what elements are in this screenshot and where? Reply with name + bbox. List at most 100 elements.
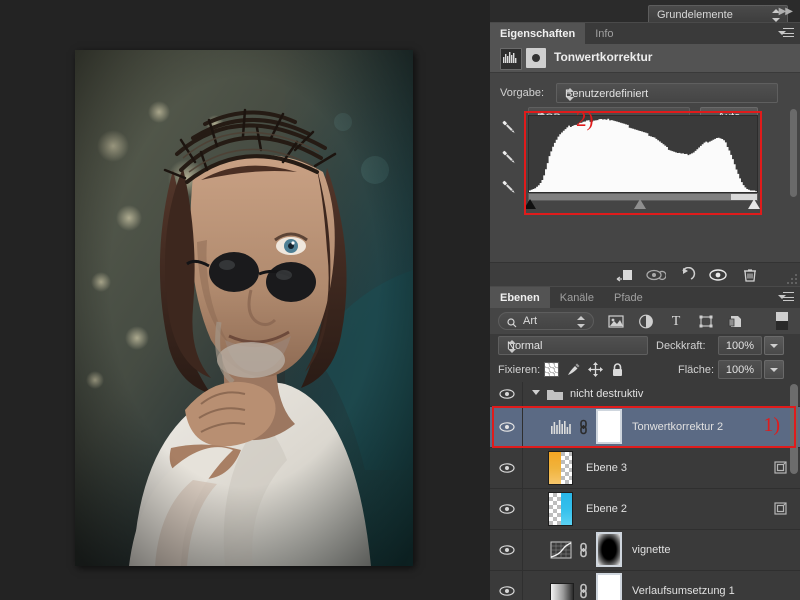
link-mask-icon[interactable] (578, 583, 589, 599)
clip-to-layer-icon[interactable] (616, 267, 634, 283)
lock-image-icon[interactable] (566, 362, 581, 377)
opacity-scrubber-button[interactable] (764, 336, 784, 355)
histogram[interactable] (528, 115, 758, 193)
tab-eigenschaften[interactable]: Eigenschaften (490, 23, 586, 45)
layer-mask-thumbnail[interactable] (596, 409, 622, 444)
delete-adjustment-icon[interactable] (742, 267, 760, 283)
visibility-toggle-icon[interactable] (498, 543, 516, 557)
layer-list-scrollbar-thumb[interactable] (790, 384, 798, 474)
visibility-toggle-icon[interactable] (498, 420, 516, 434)
tab-ebenen[interactable]: Ebenen (490, 287, 550, 309)
document-window[interactable] (75, 50, 413, 566)
smart-object-badge-icon[interactable] (773, 501, 788, 516)
group-expand-chevron-icon[interactable] (532, 390, 540, 395)
blend-mode-select[interactable]: Normal (498, 336, 648, 355)
eyedropper-group (496, 117, 522, 205)
fill-field[interactable]: 100% (718, 360, 762, 379)
layer-name[interactable]: Tonwertkorrektur 2 (632, 420, 723, 434)
layer-row-vignette[interactable]: vignette (490, 530, 800, 571)
layer-name[interactable]: Ebene 3 (586, 461, 627, 475)
smart-object-filter-icon[interactable] (728, 314, 744, 329)
opacity-field[interactable]: 100% (718, 336, 762, 355)
layer-name[interactable]: Ebene 2 (586, 502, 627, 516)
layer-mask-thumbnail[interactable] (596, 573, 622, 600)
white-point-eyedropper[interactable] (498, 177, 520, 199)
smart-object-badge-icon[interactable] (773, 460, 788, 475)
layer-name[interactable]: nicht destruktiv (570, 387, 643, 401)
visibility-toggle-icon[interactable] (498, 461, 516, 475)
layer-list[interactable]: nicht destruktiv Tonwertkorrektur 2 1) E… (490, 382, 800, 600)
levels-icon[interactable] (550, 418, 572, 436)
lock-transparency-icon[interactable] (544, 362, 559, 377)
visibility-toggle-icon[interactable] (498, 387, 516, 401)
blend-mode-row: Normal Deckkraft: 100% (490, 334, 800, 358)
layer-thumbnail[interactable] (548, 451, 573, 485)
layer-list-scrollbar[interactable] (790, 384, 798, 598)
layer-mask-thumbnail[interactable] (596, 532, 622, 567)
lock-all-icon[interactable] (610, 362, 625, 377)
chevron-updown-icon (507, 340, 516, 353)
curves-icon[interactable] (550, 541, 572, 559)
layer-row-ebene-3[interactable]: Ebene 3 (490, 448, 800, 489)
layer-row-tonwertkorrektur-2[interactable]: Tonwertkorrektur 2 1) (490, 407, 800, 448)
link-mask-icon[interactable] (578, 542, 589, 558)
properties-panel: Tonwertkorrektur Vorgabe: Benutzerdefini… (490, 44, 800, 287)
type-filter-icon[interactable]: T (668, 314, 684, 329)
photo-image (75, 50, 413, 566)
properties-body: Vorgabe: Benutzerdefiniert RGB Auto (490, 72, 800, 287)
input-gray-handle[interactable] (634, 199, 646, 209)
lock-label: Fixieren: (498, 364, 541, 376)
photoshop-window: Grundelemente Eigenschaften Info ▶▶ Tonw… (0, 0, 800, 600)
properties-footer (490, 262, 800, 287)
visibility-toggle-icon[interactable] (498, 584, 516, 598)
gray-point-eyedropper[interactable] (498, 147, 520, 169)
black-point-eyedropper[interactable] (498, 117, 520, 139)
gradient-map-icon[interactable] (550, 583, 574, 600)
panel-resize-grip[interactable] (787, 274, 797, 284)
fill-value: 100% (725, 364, 755, 376)
workspace-selector-label: Grundelemente (657, 9, 733, 21)
layers-panel-menu-icon[interactable] (778, 292, 794, 304)
pixel-filter-icon[interactable] (608, 314, 624, 329)
layer-filter-type-label: Art (523, 315, 538, 327)
annotation-1-label: 1) (763, 414, 780, 436)
layer-row-ebene-2[interactable]: Ebene 2 (490, 489, 800, 530)
input-black-handle[interactable] (524, 199, 536, 209)
layer-filter-type-select[interactable]: Art (498, 312, 594, 330)
layer-mask-thumbnail-icon[interactable] (526, 48, 546, 68)
layer-thumbnail[interactable] (548, 492, 573, 526)
layer-name[interactable]: Verlaufsumsetzung 1 (632, 584, 735, 598)
layer-filter-row: Art T (490, 308, 800, 334)
link-mask-icon[interactable] (578, 419, 589, 435)
shape-filter-icon[interactable] (698, 314, 714, 329)
chevron-updown-icon (565, 88, 574, 101)
fill-scrubber-button[interactable] (764, 360, 784, 379)
view-previous-state-icon[interactable] (646, 267, 667, 283)
annotation-2-label: 2) (576, 107, 594, 131)
adjustment-filter-icon[interactable] (638, 314, 654, 329)
reset-adjustment-icon[interactable] (678, 266, 696, 283)
lock-position-icon[interactable] (588, 362, 603, 377)
layer-row-group[interactable]: nicht destruktiv (490, 382, 800, 407)
layer-name[interactable]: vignette (632, 543, 671, 557)
document-canvas-area[interactable] (0, 0, 490, 600)
tab-kanaele[interactable]: Kanäle (550, 287, 604, 309)
properties-title: Tonwertkorrektur (554, 50, 653, 64)
input-white-handle[interactable] (748, 199, 760, 209)
search-icon (507, 317, 517, 334)
properties-scrollbar[interactable] (790, 109, 797, 197)
visibility-toggle-icon[interactable] (498, 502, 516, 516)
right-dock: Grundelemente Eigenschaften Info ▶▶ Tonw… (490, 0, 800, 600)
tab-pfade[interactable]: Pfade (604, 287, 653, 309)
properties-tabstrip: Eigenschaften Info (490, 22, 800, 45)
panel-menu-icon[interactable] (778, 28, 794, 40)
toggle-visibility-icon[interactable] (708, 267, 727, 283)
fill-label: Fläche: (678, 364, 715, 376)
properties-header: Tonwertkorrektur (490, 44, 800, 72)
preset-select[interactable]: Benutzerdefiniert (556, 83, 778, 103)
filter-power-toggle[interactable] (776, 312, 788, 330)
collapse-panels-icon[interactable]: ▶▶ (779, 6, 793, 17)
layer-row-verlaufsumsetzung-1[interactable]: Verlaufsumsetzung 1 (490, 571, 800, 600)
lock-row: Fixieren: Fläche: 100% (490, 358, 800, 382)
tab-info[interactable]: Info (585, 23, 623, 45)
